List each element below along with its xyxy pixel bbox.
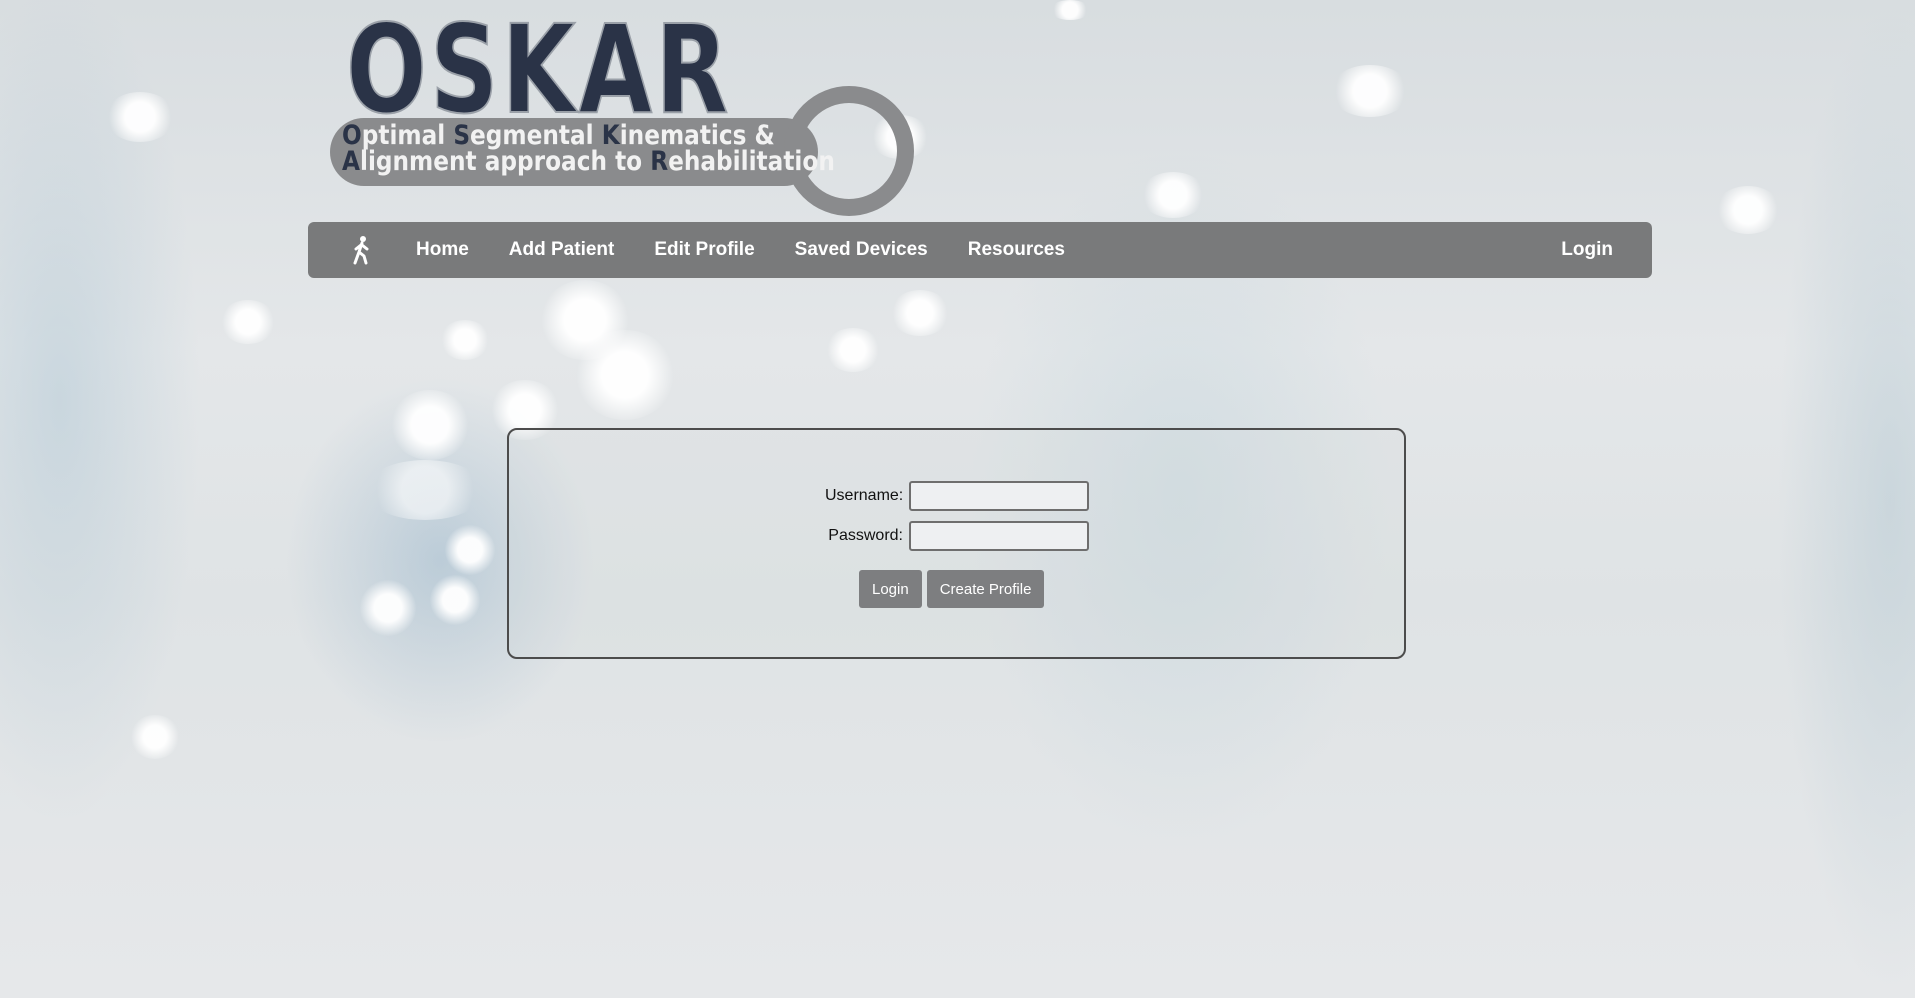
nav-edit-profile[interactable]: Edit Profile bbox=[634, 239, 774, 261]
nav-add-patient[interactable]: Add Patient bbox=[489, 239, 635, 261]
create-profile-button[interactable]: Create Profile bbox=[926, 570, 1045, 608]
username-input[interactable] bbox=[909, 481, 1089, 511]
username-label: Username: bbox=[825, 487, 904, 504]
logo-wordmark: OSKAR bbox=[345, 0, 732, 141]
walking-person-icon[interactable] bbox=[348, 234, 376, 266]
login-form: Username: Password: Login Create Profile bbox=[507, 428, 1406, 659]
password-row: Password: bbox=[825, 521, 1089, 551]
logo-initial-a: A bbox=[342, 146, 360, 177]
logo-tagline-word: ehabilitation bbox=[668, 146, 835, 177]
nav-saved-devices[interactable]: Saved Devices bbox=[775, 239, 948, 261]
logo-initial-r: R bbox=[650, 146, 669, 177]
nav-login[interactable]: Login bbox=[1541, 239, 1633, 261]
login-button[interactable]: Login bbox=[859, 570, 922, 608]
form-buttons: Login Create Profile bbox=[859, 570, 1045, 608]
nav-resources[interactable]: Resources bbox=[948, 239, 1085, 261]
logo-tagline-word: lignment approach to bbox=[359, 146, 651, 177]
logo-tagline-line2: Alignment approach to Rehabilitation bbox=[342, 148, 835, 176]
password-label: Password: bbox=[828, 527, 903, 544]
username-row: Username: bbox=[825, 481, 1089, 511]
password-input[interactable] bbox=[909, 521, 1089, 551]
nav-home[interactable]: Home bbox=[396, 239, 489, 261]
main-nav: Home Add Patient Edit Profile Saved Devi… bbox=[308, 222, 1652, 278]
oskar-logo: OSKAR Optimal Segmental Kinematics & Ali… bbox=[328, 0, 914, 216]
